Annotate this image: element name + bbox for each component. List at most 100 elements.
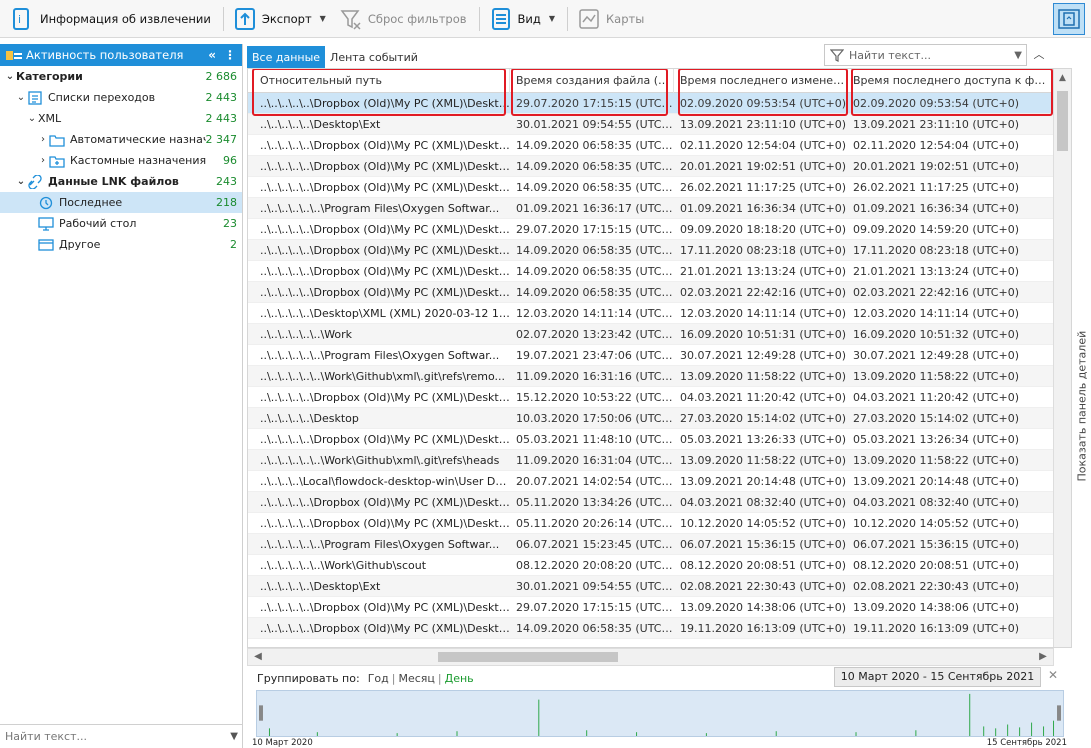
timeline-chart[interactable] [256, 690, 1064, 737]
table-row[interactable]: ..\..\..\..\..\Dropbox (Old)\My PC (XML)… [248, 282, 1053, 303]
export-button[interactable]: Экспорт ▼ [230, 4, 330, 34]
group-by-day[interactable]: День [445, 672, 474, 685]
vertical-scrollbar[interactable]: ▲ [1053, 69, 1071, 647]
table-row[interactable]: ..\..\..\..\..\Dropbox (Old)\My PC (XML)… [248, 93, 1053, 114]
tree-item[interactable]: › Кастомные назначения 96 [0, 150, 242, 171]
tree-item[interactable]: Последнее 218 [0, 192, 242, 213]
group-by-year[interactable]: Год [368, 672, 389, 685]
table-row[interactable]: ..\..\..\..\..\Desktop\XML (XML) 2020-03… [248, 303, 1053, 324]
monitor-icon [38, 216, 54, 231]
timeline-range-handle[interactable] [258, 705, 263, 721]
left-search-input[interactable]: Найти текст... ▼ [0, 724, 243, 748]
tree-item-label: Другое [59, 238, 101, 251]
layout-toggle-button[interactable] [1053, 3, 1085, 35]
scroll-left-icon[interactable]: ◀ [250, 649, 266, 665]
chevron-right-icon[interactable]: › [37, 155, 49, 166]
more-options-icon[interactable]: ⋮ [224, 48, 236, 62]
chevron-down-icon[interactable]: ▼ [230, 731, 238, 742]
search-input[interactable]: Найти текст... ▼ [824, 44, 1027, 66]
tree-item-count: 218 [216, 196, 237, 209]
table-row[interactable]: ..\..\..\..\..\Dropbox (Old)\My PC (XML)… [248, 219, 1053, 240]
table-cell: 02.09.2020 09:53:54 (UTC+0) [853, 97, 1019, 110]
table-row[interactable]: ..\..\..\..\..\..\Work\Github\xml\.git\r… [248, 450, 1053, 471]
vertical-scroll-thumb[interactable] [1057, 91, 1068, 151]
table-row[interactable]: ..\..\..\..\..\Dropbox (Old)\My PC (XML)… [248, 597, 1053, 618]
table-cell: 17.11.2020 08:23:18 (UTC+0) [853, 244, 1019, 257]
chevron-down-icon[interactable]: ▼ [320, 14, 326, 23]
table-row[interactable]: ..\..\..\..\..\Desktop\Ext 30.01.2021 09:… [248, 576, 1053, 597]
table-cell: 02.08.2021 22:30:43 (UTC+0) [680, 580, 846, 593]
extraction-info-button[interactable]: i Информация об извлечении [8, 4, 215, 34]
collapse-left-icon[interactable]: « [208, 48, 216, 62]
toolbar-separator [222, 6, 224, 31]
table-row[interactable]: ..\..\..\..\..\Desktop 10.03.2020 17:50:0… [248, 408, 1053, 429]
main-panel: Все данные Лента событий Найти текст... … [247, 44, 1072, 748]
table-cell: ..\..\..\..\..\Dropbox (Old)\My PC (XML)… [260, 286, 510, 299]
date-range-field[interactable]: 10 Март 2020 - 15 Сентябрь 2021 [834, 667, 1041, 687]
tree-item[interactable]: ⌄ Списки переходов 2 443 [0, 87, 242, 108]
export-icon [234, 7, 255, 30]
table-row[interactable]: ..\..\..\..\..\Dropbox (Old)\My PC (XML)… [248, 387, 1053, 408]
group-by-month[interactable]: Месяц [398, 672, 434, 685]
table-cell: 26.02.2021 11:17:25 (UTC+0) [680, 181, 846, 194]
chevron-down-icon[interactable]: ⌄ [15, 92, 27, 103]
table-row[interactable]: ..\..\..\..\Local\flowdock-desktop-win\U… [248, 471, 1053, 492]
toolbar-separator [478, 6, 480, 31]
filter-icon[interactable] [830, 48, 844, 62]
column-header[interactable]: Время последнего доступа к файлу (UTC) [847, 69, 1053, 93]
chevron-down-icon[interactable]: ⌄ [4, 71, 16, 82]
table-row[interactable]: ..\..\..\..\..\..\Program Files\Oxygen S… [248, 345, 1053, 366]
column-header[interactable]: Время создания файла (UTC) [510, 69, 674, 93]
chevron-down-icon[interactable]: ⌄ [26, 113, 38, 124]
tree-item[interactable]: Рабочий стол 23 [0, 213, 242, 234]
maps-button[interactable]: Карты [574, 4, 648, 34]
table-cell: 06.07.2021 15:23:45 (UTC+0) [516, 538, 674, 551]
tree-item[interactable]: › Автоматические назначения2 347 [0, 129, 242, 150]
scroll-right-icon[interactable]: ▶ [1035, 649, 1051, 665]
tree-item[interactable]: ⌄ XML 2 443 [0, 108, 242, 129]
reset-filters-button[interactable]: Сброс фильтров [336, 4, 471, 34]
show-details-panel-tab[interactable]: Показать панель деталей [1073, 328, 1089, 488]
timeline-bar [396, 733, 398, 736]
table-row[interactable]: ..\..\..\..\..\Dropbox (Old)\My PC (XML)… [248, 492, 1053, 513]
table-row[interactable]: ..\..\..\..\..\Dropbox (Old)\My PC (XML)… [248, 177, 1053, 198]
horizontal-scrollbar[interactable]: ◀ ▶ [247, 648, 1054, 666]
map-icon [579, 8, 599, 29]
table-row[interactable]: ..\..\..\..\..\Dropbox (Old)\My PC (XML)… [248, 429, 1053, 450]
column-header[interactable]: Время последнего изменения файла (UTC) [674, 69, 847, 93]
table-row[interactable]: ..\..\..\..\..\..\Work 02.07.2020 13:23:4… [248, 324, 1053, 345]
link-icon [28, 174, 42, 189]
close-icon[interactable]: ✕ [1045, 668, 1061, 686]
view-button[interactable]: Вид ▼ [486, 4, 559, 34]
table-row[interactable]: ..\..\..\..\..\Dropbox (Old)\My PC (XML)… [248, 240, 1053, 261]
table-row[interactable]: ..\..\..\..\..\Dropbox (Old)\My PC (XML)… [248, 135, 1053, 156]
chevron-right-icon[interactable]: › [37, 134, 49, 145]
horizontal-scroll-thumb[interactable] [438, 652, 618, 662]
table-cell: 14.09.2020 06:58:35 (UTC+0) [516, 160, 674, 173]
column-header[interactable]: Относительный путь [248, 69, 510, 93]
chevron-down-icon[interactable]: ⌄ [15, 176, 27, 187]
table-cell: 12.03.2020 14:11:14 (UTC+0) [516, 307, 674, 320]
tab-all-data[interactable]: Все данные [247, 46, 326, 68]
timeline-range-handle[interactable] [1057, 705, 1062, 721]
tree-item[interactable]: Другое 2 [0, 234, 242, 255]
table-row[interactable]: ..\..\..\..\..\Dropbox (Old)\My PC (XML)… [248, 261, 1053, 282]
timeline-bar [538, 699, 540, 736]
table-row[interactable]: ..\..\..\..\..\Desktop\Ext 30.01.2021 09:… [248, 114, 1053, 135]
chevron-down-icon[interactable]: ▼ [549, 14, 555, 23]
timeline-panel: Группировать по: Год | Месяц | День 10 М… [247, 666, 1072, 748]
tree-item[interactable]: ⌄ Данные LNK файлов 243 [0, 171, 242, 192]
chevron-down-icon[interactable]: ▼ [1014, 50, 1022, 61]
table-row[interactable]: ..\..\..\..\..\..\Program Files\Oxygen S… [248, 198, 1053, 219]
table-row[interactable]: ..\..\..\..\..\Dropbox (Old)\My PC (XML)… [248, 513, 1053, 534]
table-row[interactable]: ..\..\..\..\..\..\Program Files\Oxygen S… [248, 534, 1053, 555]
scroll-up-icon[interactable]: ▲ [1054, 69, 1071, 87]
tree-item[interactable]: ⌄ Категории 2 686 [0, 66, 242, 87]
table-row[interactable]: ..\..\..\..\..\..\Work\Github\scout 08.12… [248, 555, 1053, 576]
collapse-up-icon[interactable]: ︿ [1030, 46, 1048, 66]
table-row[interactable]: ..\..\..\..\..\Dropbox (Old)\My PC (XML)… [248, 618, 1053, 639]
tab-event-feed[interactable]: Лента событий [325, 46, 423, 68]
table-row[interactable]: ..\..\..\..\..\Dropbox (Old)\My PC (XML)… [248, 156, 1053, 177]
table-row[interactable]: ..\..\..\..\..\..\Work\Github\xml\.git\r… [248, 366, 1053, 387]
table-cell: 30.01.2021 09:54:55 (UTC+0) [516, 580, 674, 593]
